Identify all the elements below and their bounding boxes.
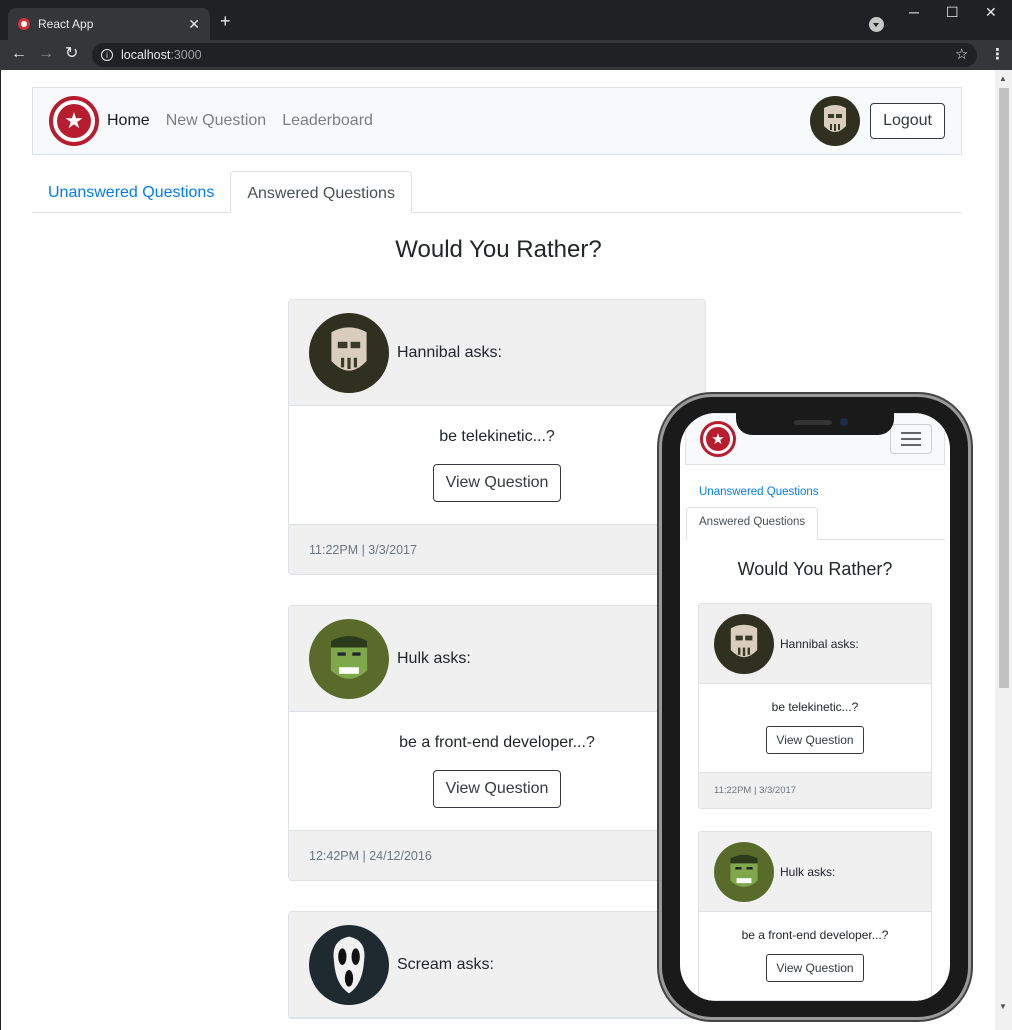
favicon-icon <box>18 18 30 30</box>
page-scrollbar[interactable]: ▲ ▼ <box>995 70 1012 1030</box>
question-preview: be telekinetic...? <box>771 700 859 714</box>
minimize-icon[interactable]: ─ <box>909 4 919 20</box>
author-label: Hannibal asks: <box>397 343 502 361</box>
address-bar[interactable]: i localhost:3000 <box>92 43 977 67</box>
tab-unanswered-questions[interactable]: Unanswered Questions <box>32 171 230 212</box>
nav-leaderboard[interactable]: Leaderboard <box>282 112 373 130</box>
mobile-card-body: be a front-end developer...? View Questi… <box>699 912 931 1000</box>
author-label: Scream asks: <box>397 955 494 973</box>
window-close-icon[interactable]: ✕ <box>985 4 997 21</box>
hannibal-mask-icon <box>730 624 758 657</box>
question-preview: be a front-end developer...? <box>741 928 889 942</box>
maximize-icon[interactable]: ☐ <box>946 4 959 21</box>
view-question-button[interactable]: View Question <box>432 770 562 808</box>
question-card: Hannibal asks: be telekinetic...? View Q… <box>288 299 706 575</box>
scroll-thumb[interactable] <box>999 88 1009 688</box>
view-question-button[interactable]: View Question <box>766 726 864 754</box>
author-avatar <box>309 618 389 699</box>
card-header: Hulk asks: <box>289 606 705 712</box>
mobile-card-header: Hannibal asks: <box>699 604 931 684</box>
card-body: be telekinetic...? View Question <box>289 406 705 524</box>
speaker-icon <box>794 420 832 425</box>
hulk-face-icon <box>730 854 758 887</box>
bookmark-star-icon[interactable]: ☆ <box>955 45 968 63</box>
brand-logo-icon[interactable]: ★ <box>49 96 99 146</box>
new-tab-button[interactable]: + <box>220 12 231 30</box>
browser-menu-icon[interactable]: ⋮ <box>990 45 1005 63</box>
view-question-button[interactable]: View Question <box>432 464 562 502</box>
card-header: Scream asks: <box>289 912 705 1018</box>
card-body: be a front-end developer...? View Questi… <box>289 712 705 830</box>
mobile-card-body: be telekinetic...? View Question <box>699 684 931 772</box>
hamburger-menu-icon[interactable] <box>890 424 932 454</box>
site-info-icon[interactable]: i <box>101 49 113 61</box>
question-preview: be telekinetic...? <box>439 428 555 445</box>
author-label: Hannibal asks: <box>780 636 859 651</box>
scream-mask-icon <box>333 936 365 993</box>
back-icon[interactable]: ← <box>11 45 27 63</box>
question-card: Hulk asks: be a front-end developer...? … <box>288 605 706 881</box>
nav-new-question[interactable]: New Question <box>166 112 267 130</box>
app-navbar: ★ Home New Question Leaderboard Logout <box>32 87 962 155</box>
view-question-button[interactable]: View Question <box>766 954 864 982</box>
user-avatar <box>810 96 861 146</box>
card-timestamp: 11:22PM | 3/3/2017 <box>699 772 931 808</box>
scroll-up-arrow-icon[interactable]: ▲ <box>999 74 1007 83</box>
phone-mockup: ★ Unanswered Questions Answered Question… <box>662 397 968 1017</box>
mobile-tab-unanswered[interactable]: Unanswered Questions <box>699 486 819 498</box>
hulk-face-icon <box>330 635 368 679</box>
mobile-question-card: Hulk asks: be a front-end developer...? … <box>698 831 932 1001</box>
reload-icon[interactable]: ↻ <box>65 45 78 63</box>
author-avatar <box>714 841 774 902</box>
question-card: Scream asks: <box>288 911 706 1019</box>
url-host: localhost <box>121 48 171 62</box>
hannibal-mask-icon <box>331 326 367 371</box>
author-label: Hulk asks: <box>397 649 471 667</box>
author-avatar <box>714 613 774 674</box>
camera-icon <box>840 418 848 426</box>
question-preview: be a front-end developer...? <box>399 734 595 751</box>
forward-icon[interactable]: → <box>38 45 54 63</box>
card-timestamp: 11:22PM | 3/3/2017 <box>289 524 705 574</box>
tab-answered-questions[interactable]: Answered Questions <box>230 171 412 213</box>
mobile-tab-answered[interactable]: Answered Questions <box>686 507 819 540</box>
scroll-down-arrow-icon[interactable]: ▼ <box>999 1002 1007 1011</box>
tab-title: React App <box>38 17 94 31</box>
page-title: Would You Rather? <box>395 236 602 263</box>
url-port: :3000 <box>170 48 202 62</box>
mobile-card-header: Hulk asks: <box>699 832 931 912</box>
profile-dropdown-icon[interactable] <box>869 17 884 32</box>
phone-notch <box>736 413 894 435</box>
author-label: Hulk asks: <box>780 864 836 879</box>
mobile-page-title: Would You Rather? <box>737 559 893 579</box>
nav-home[interactable]: Home <box>107 112 150 130</box>
browser-tab-strip: React App ✕ + ─ ☐ ✕ <box>0 0 1012 40</box>
card-header: Hannibal asks: <box>289 300 705 406</box>
author-avatar <box>309 312 389 393</box>
logout-button[interactable]: Logout <box>870 103 945 139</box>
nav-user-area: Logout <box>810 96 945 146</box>
phone-screen: ★ Unanswered Questions Answered Question… <box>680 413 950 1001</box>
close-tab-icon[interactable]: ✕ <box>188 16 200 33</box>
card-timestamp: 12:42PM | 24/12/2016 <box>289 830 705 880</box>
author-avatar <box>309 924 389 1005</box>
browser-tab[interactable]: React App ✕ <box>8 8 210 40</box>
mobile-question-card: Hannibal asks: be telekinetic...? View Q… <box>698 603 932 809</box>
hannibal-mask-icon <box>824 105 847 132</box>
mobile-tabs: Answered Questions <box>685 507 945 540</box>
mobile-brand-logo-icon[interactable]: ★ <box>700 421 736 457</box>
question-tabs: Unanswered Questions Answered Questions <box>32 171 962 213</box>
